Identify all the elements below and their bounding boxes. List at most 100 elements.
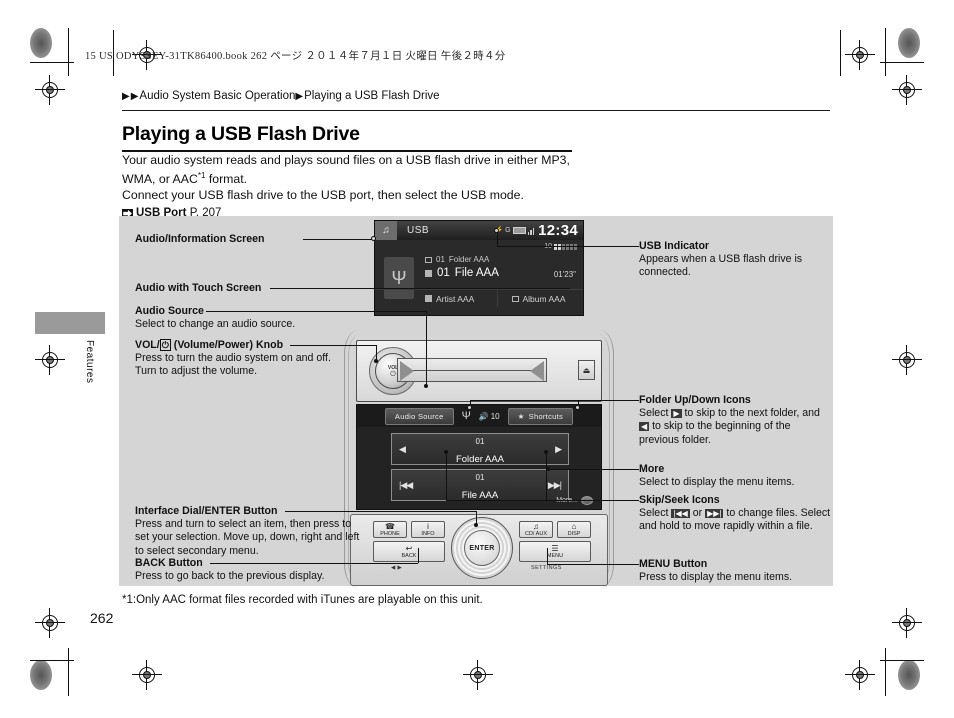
registration-mark-foot-left [132, 660, 162, 690]
file-name: File AAA [454, 267, 499, 279]
cd-aux-button[interactable]: ♫ CD/ AUX [519, 521, 553, 538]
skip-back-icon: |◀◀ [671, 509, 690, 519]
artist-icon [425, 295, 432, 302]
leader-endpoint [494, 228, 499, 233]
skip-forward-icon[interactable]: ▶▶| [548, 480, 562, 491]
back-button[interactable]: ↩ BACK [373, 541, 445, 562]
color-bar-bottom-left [30, 660, 52, 690]
registration-mark-foot-center [463, 660, 493, 690]
manual-page: 15 US ODYSSEY-31TK86400.book 262 ページ ２０１… [0, 0, 954, 718]
callout-title-pre: VOL/ [135, 339, 160, 351]
leader-line-back-button [210, 563, 418, 564]
registration-mark-bottom-right [892, 608, 922, 638]
music-note-icon: ♫ [375, 221, 397, 240]
album-icon [511, 295, 519, 302]
shortcuts-label: Shortcuts [528, 411, 564, 421]
menu-icon: ☰ [551, 543, 559, 553]
phone-button[interactable]: ☎ PHONE [373, 521, 407, 538]
color-bar-top-right [898, 28, 920, 58]
head-unit-illustration: VOL ⏻ ⏏ Audio Source Ψ 🔊 10 ★Shortcuts [344, 316, 614, 588]
breadcrumb-arrow-icon: ▶ [122, 91, 130, 102]
file-field-index: 01 [475, 473, 485, 482]
callout-title: More [639, 463, 665, 475]
registration-mark-bottom-left [35, 608, 65, 638]
leader-line-touch-screen [270, 288, 570, 289]
registration-mark-foot-right [845, 660, 875, 690]
display-icon: ⌂ [571, 521, 577, 531]
usb-icon: Ψ [461, 410, 471, 422]
power-icon: ⏻ [159, 339, 171, 351]
back-icon: ↩ [405, 543, 413, 553]
signal-bars-icon [527, 227, 535, 235]
folder-icon [425, 256, 432, 263]
features-side-label: Features [84, 340, 95, 384]
display-button-label: DISP [567, 530, 581, 537]
crop-line [840, 30, 841, 76]
phone-button-label: PHONE [380, 530, 400, 537]
folder-up-icon[interactable]: ▶ [555, 444, 562, 455]
menu-button[interactable]: ☰ MENU [519, 541, 591, 562]
audio-source-button[interactable]: Audio Source [384, 407, 454, 425]
leader-line-audio-info-screen [303, 239, 372, 240]
leader-drop-back-button [418, 548, 419, 563]
callout-title: USB Indicator [639, 240, 710, 252]
callout-body: Press and turn to select an item, then p… [135, 518, 360, 557]
screen-folder-row: 01 Folder AAA [425, 255, 489, 264]
callout-title: Folder Up/Down Icons [639, 394, 751, 406]
registration-mark-right-upper [892, 75, 922, 105]
callout-title-post: (Volume/Power) Knob [170, 339, 284, 351]
eject-button[interactable]: ⏏ [578, 360, 595, 380]
breadcrumb: ▶▶Audio System Basic Operation▶Playing a… [122, 90, 440, 102]
crop-line [885, 28, 886, 76]
artist-name: Artist AAA [436, 293, 475, 304]
folder-selector-field[interactable]: ◀ 01 Folder AAA ▶ [391, 433, 569, 465]
file-elapsed-time: 01'23" [553, 270, 576, 279]
audio-touch-screen[interactable]: Audio Source Ψ 🔊 10 ★ Shortcuts ◀ 01 Fold… [356, 404, 602, 510]
display-button[interactable]: ⌂ DISP [557, 521, 591, 538]
signal-letter-icon: G [505, 226, 511, 234]
leader-line-folder-icons [578, 400, 639, 401]
callout-audio-source: Audio Source Select to change an audio s… [135, 305, 355, 331]
enter-button[interactable]: ENTER [464, 530, 500, 566]
crop-line [885, 648, 886, 696]
breadcrumb-arrow-icon-3: ▶ [295, 91, 304, 102]
color-bar-top-left [30, 28, 52, 58]
skip-back-icon[interactable]: |◀◀ [399, 480, 413, 491]
footnote: *1:Only AAC format files recorded with i… [122, 594, 483, 606]
intro-line-1a: Your audio system reads and plays sound … [122, 153, 570, 187]
registration-mark-left-mid [35, 345, 65, 375]
crop-line [880, 660, 924, 661]
leader-line-skip-seek [446, 500, 639, 501]
interface-dial[interactable]: ENTER [451, 517, 513, 579]
page-title: Playing a USB Flash Drive [122, 123, 360, 145]
screen-meta-row: Artist AAA Album AAA [375, 289, 583, 307]
leader-line-more [549, 469, 639, 470]
power-icon: ⏻ [390, 370, 396, 378]
folder-name: Folder AAA [448, 255, 490, 264]
folder-field-text: 01 Folder AAA [405, 431, 555, 467]
callout-menu-button: MENU Button Press to display the menu it… [639, 558, 834, 584]
eject-icon: ⏏ [582, 365, 591, 375]
page-number: 262 [90, 610, 114, 626]
screen-clock: 12:34 [538, 222, 578, 239]
cd-slot [397, 358, 547, 382]
shortcuts-button[interactable]: ★ Shortcuts [507, 407, 574, 425]
callout-body: Appears when a USB flash drive is connec… [639, 253, 803, 279]
callout-title: MENU Button [639, 558, 708, 570]
features-side-tab [35, 312, 105, 334]
leader-drop-usb-indicator [497, 232, 498, 246]
battery-icon [512, 227, 526, 234]
intro-line-1b: format. [205, 172, 248, 187]
folder-field-index: 01 [475, 437, 485, 446]
leader-endpoint [467, 405, 472, 410]
breadcrumb-arrow-icon-2: ▶ [130, 91, 139, 102]
leader-line-usb-indicator [497, 246, 639, 247]
leader-line-audio-source [206, 311, 426, 312]
back-button-label: BACK [401, 552, 417, 559]
info-button[interactable]: i INFO [411, 521, 445, 538]
screen-file-row: 01 File AAA [425, 267, 499, 279]
touch-volume-indicator: 🔊 10 [479, 412, 500, 421]
file-selector-field[interactable]: |◀◀ 01 File AAA ▶▶| [391, 469, 569, 501]
callout-body: Press to display the menu items. [639, 571, 793, 584]
leader-drop-audio-source [426, 311, 427, 386]
